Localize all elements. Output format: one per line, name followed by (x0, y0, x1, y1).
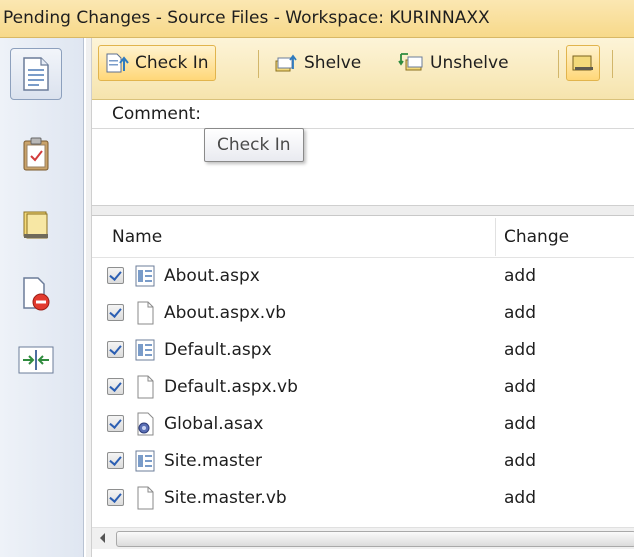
policy-warnings-icon (23, 277, 50, 311)
column-divider[interactable] (495, 218, 496, 256)
horizontal-scrollbar[interactable] (92, 527, 634, 549)
change-type: add (504, 377, 536, 397)
toolbar-separator (612, 50, 613, 78)
row-checkbox[interactable] (107, 304, 124, 321)
scroll-left-icon[interactable] (100, 533, 105, 543)
master-file-icon (135, 450, 155, 472)
toolbar: Check In Shelve Unshelve (92, 38, 634, 100)
notes-icon (572, 55, 593, 71)
table-row[interactable]: Default.aspx add (92, 332, 634, 369)
aspx-file-icon (135, 265, 155, 287)
comment-textbox[interactable] (92, 128, 634, 206)
file-name: About.aspx (164, 266, 260, 286)
file-name: Site.master (164, 451, 262, 471)
check-in-notes-button[interactable] (10, 198, 62, 250)
table-row[interactable]: About.aspx.vb add (92, 295, 634, 332)
change-type: add (504, 340, 536, 360)
check-in-icon (106, 53, 129, 73)
channel-sidebar (0, 38, 84, 557)
file-list: About.aspx add About.aspx.vb add Default… (92, 258, 634, 517)
shelve-label: Shelve (304, 53, 362, 73)
unshelve-button[interactable]: Unshelve (392, 45, 515, 81)
change-type: add (504, 266, 536, 286)
change-type: add (504, 451, 536, 471)
table-row[interactable]: Default.aspx.vb add (92, 369, 634, 406)
unshelve-label: Unshelve (430, 53, 509, 73)
check-in-button[interactable]: Check In (98, 45, 216, 81)
check-in-tooltip: Check In (204, 128, 304, 162)
toolbar-separator (258, 50, 259, 78)
column-header-name[interactable]: Name (112, 216, 162, 258)
file-name: Site.master.vb (164, 488, 287, 508)
table-row[interactable]: Global.asax add (92, 406, 634, 443)
file-name: About.aspx.vb (164, 303, 287, 323)
notes-toggle-button[interactable] (566, 45, 600, 81)
conflicts-button[interactable] (10, 334, 62, 386)
policy-warnings-button[interactable] (10, 268, 62, 320)
vb-file-icon (137, 301, 154, 325)
change-type: add (504, 303, 536, 323)
conflicts-icon (18, 346, 54, 374)
row-checkbox[interactable] (107, 489, 124, 506)
comment-label: Comment: (112, 104, 202, 124)
work-items-icon (23, 137, 49, 171)
unshelve-icon (398, 53, 423, 71)
row-checkbox[interactable] (107, 267, 124, 284)
change-type: add (504, 414, 536, 434)
aspx-file-icon (135, 339, 155, 361)
source-files-icon (23, 57, 49, 91)
check-in-label: Check In (135, 53, 209, 73)
row-checkbox[interactable] (107, 378, 124, 395)
row-checkbox[interactable] (107, 452, 124, 469)
row-checkbox[interactable] (107, 415, 124, 432)
table-row[interactable]: Site.master.vb add (92, 480, 634, 517)
file-name: Default.aspx.vb (164, 377, 298, 397)
check-in-notes-icon (23, 211, 48, 239)
file-name: Global.asax (164, 414, 264, 434)
column-header-change[interactable]: Change (504, 216, 569, 258)
table-row[interactable]: About.aspx add (92, 258, 634, 295)
change-type: add (504, 488, 536, 508)
table-row[interactable]: Site.master add (92, 443, 634, 480)
scrollbar-thumb[interactable] (116, 531, 634, 547)
shelve-button[interactable]: Shelve (268, 45, 367, 81)
vb-file-icon (137, 375, 154, 399)
source-files-button[interactable] (10, 48, 62, 100)
row-checkbox[interactable] (107, 341, 124, 358)
vb-file-icon (137, 486, 154, 510)
window-title: Pending Changes - Source Files - Workspa… (0, 0, 634, 38)
file-list-header: Name Change (92, 216, 634, 258)
file-name: Default.aspx (164, 340, 272, 360)
asax-file-icon (137, 412, 154, 436)
work-items-button[interactable] (10, 128, 62, 180)
list-splitter[interactable] (92, 206, 634, 216)
shelve-icon (275, 54, 297, 72)
toolbar-separator (558, 50, 559, 78)
